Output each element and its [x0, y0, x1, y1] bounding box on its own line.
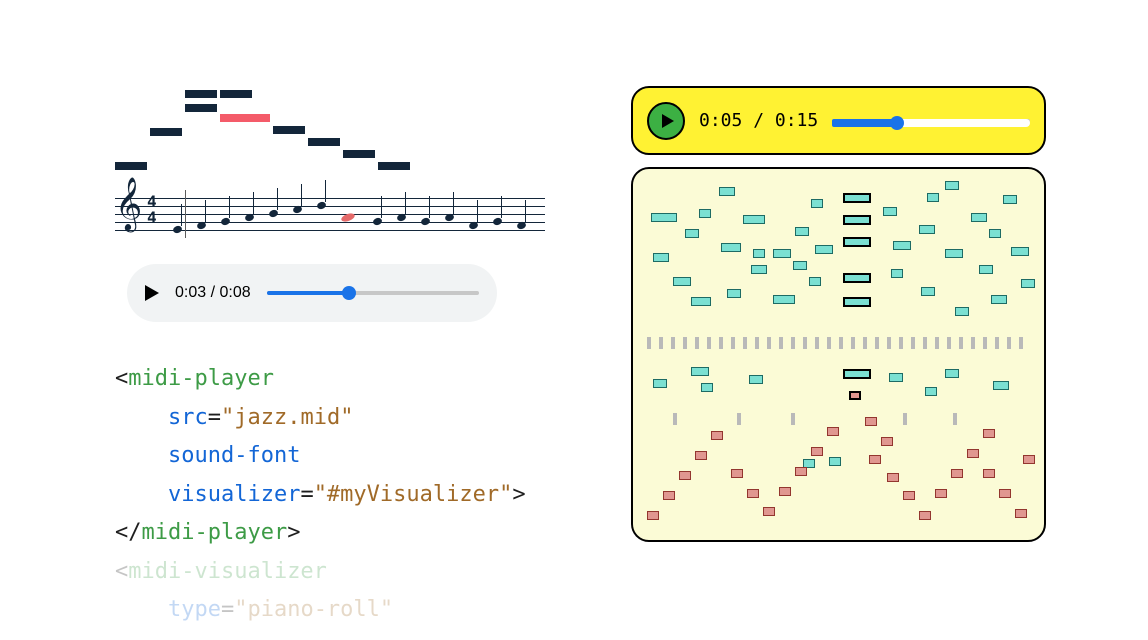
- play-icon: [662, 114, 674, 128]
- audio-player-styled: 0:05 / 0:15: [631, 86, 1046, 155]
- seek-thumb[interactable]: [890, 116, 904, 130]
- time-display: 0:03 / 0:08: [175, 284, 251, 302]
- time-signature: 4 4: [147, 194, 157, 226]
- play-button[interactable]: [145, 285, 159, 301]
- treble-clef-icon: 𝄞: [115, 181, 142, 227]
- left-demo-column: 𝄞 4 4 0:03 / 0:08 <midi-play: [115, 90, 565, 630]
- code-sample: <midi-player src="jazz.mid" sound-font v…: [115, 360, 565, 630]
- music-staff: 𝄞 4 4: [115, 186, 545, 246]
- play-button[interactable]: [647, 102, 685, 140]
- piano-roll-preview: [115, 90, 565, 180]
- seek-bar[interactable]: [832, 119, 1030, 123]
- seek-thumb[interactable]: [342, 286, 356, 300]
- seek-fill: [832, 119, 897, 127]
- staff-play-cursor: [185, 190, 186, 238]
- seek-fill: [267, 291, 350, 295]
- right-demo-column: 0:05 / 0:15: [631, 86, 1046, 542]
- audio-player-plain: 0:03 / 0:08: [127, 264, 497, 322]
- seek-bar[interactable]: [267, 291, 479, 295]
- visualizer-panel: [631, 167, 1046, 542]
- time-display: 0:05 / 0:15: [699, 110, 818, 131]
